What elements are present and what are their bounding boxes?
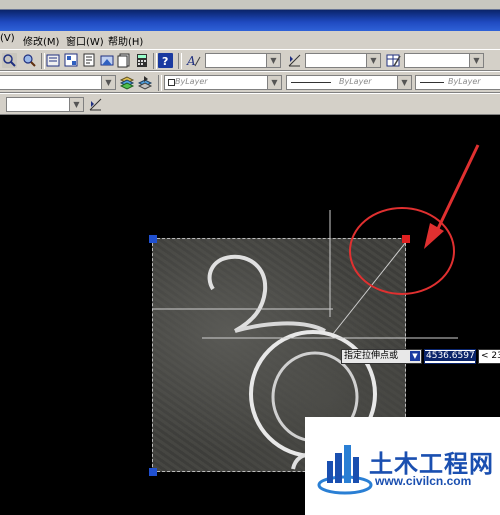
watermark-url: www.civilcn.com [375,474,472,488]
zoom-realtime-icon[interactable] [22,53,37,68]
linetype-sample [291,82,331,83]
dim-style-icon[interactable] [287,53,302,68]
dynamic-prompt-text: 指定拉伸点或 [344,351,399,361]
dim-scale-combo[interactable]: ▼ [6,97,84,112]
chevron-down-icon: ▼ [266,54,280,67]
arrow-head [424,223,444,249]
menu-window[interactable]: 窗口(W) [66,33,104,48]
civilcn-logo-icon [317,445,373,495]
design-center-icon[interactable] [82,53,97,68]
toolbar-separator [178,53,182,69]
color-combo[interactable]: ByLayer ▼ [164,75,282,90]
dim-style-combo[interactable]: ▼ [305,53,381,68]
color-combo-value: ByLayer [175,77,208,86]
linetype-combo[interactable]: ByLayer ▼ [286,75,412,90]
zoom-window-icon[interactable] [46,53,61,68]
dimension-toolbar: ▼ [0,93,500,115]
chevron-down-icon: ▼ [469,54,483,67]
pan-icon[interactable] [2,53,17,68]
title-bar [0,0,500,31]
red-annotation-arrow [432,144,480,238]
sheet-set-icon[interactable] [117,53,132,68]
menu-view[interactable]: (V) [0,33,15,44]
dynamic-input-prompt: 指定拉伸点或 ▼ [341,349,422,364]
angle-input-value: < 23 [481,351,500,361]
layer-combo[interactable]: ▼ [0,75,116,90]
layer-manager-icon[interactable] [119,75,135,90]
plot-style-icon[interactable] [88,97,103,112]
svg-text:?: ? [162,55,168,68]
layer-state-icon[interactable] [137,75,153,90]
quick-calc-icon[interactable] [135,53,150,68]
tool-palette-icon[interactable] [100,53,115,68]
chevron-down-icon: ▼ [267,76,281,89]
distance-input-value: 4536.6597 [425,351,476,361]
chevron-down-icon: ▼ [366,54,380,67]
color-swatch [168,79,175,86]
chevron-down-icon: ▼ [101,76,115,89]
text-style-icon[interactable]: A [186,53,201,68]
table-style-icon[interactable] [386,53,401,68]
lineweight-combo-value: ByLayer [448,77,481,86]
grip-top-right-selected[interactable] [402,235,410,243]
menu-bar: (V) 修改(M) 窗口(W) 帮助(H) [0,31,500,49]
rubberband-line [332,241,407,335]
text-style-combo[interactable]: ▼ [205,53,281,68]
toolbar-separator [41,53,45,69]
linetype-combo-value: ByLayer [339,77,372,86]
chevron-down-icon: ▼ [397,76,411,89]
angle-input[interactable]: < 23 [478,349,500,364]
down-arrow-icon[interactable]: ▼ [410,351,420,361]
standard-toolbar: ? A ▼ ▼ ▼ [0,49,500,71]
grip-bottom-left[interactable] [149,468,157,476]
menu-modify[interactable]: 修改(M) [23,33,59,48]
menu-help[interactable]: 帮助(H) [108,33,143,48]
chevron-down-icon: ▼ [69,98,83,111]
site-watermark: 土木工程网 www.civilcn.com [305,417,500,515]
svg-text:A: A [186,54,196,68]
red-annotation-circle [349,207,455,295]
table-style-combo[interactable]: ▼ [404,53,484,68]
lineweight-combo[interactable]: ByLayer [415,75,500,90]
lineweight-sample [420,82,444,83]
distance-input[interactable]: 4536.6597 [424,349,476,364]
layers-properties-toolbar: ▼ ByLayer ▼ ByLayer ▼ ByLayer [0,71,500,93]
help-icon[interactable]: ? [158,53,173,68]
toolbar-separator [153,53,157,69]
grip-top-left[interactable] [149,235,157,243]
toolbar-separator [158,75,162,91]
properties-icon[interactable] [64,53,79,68]
